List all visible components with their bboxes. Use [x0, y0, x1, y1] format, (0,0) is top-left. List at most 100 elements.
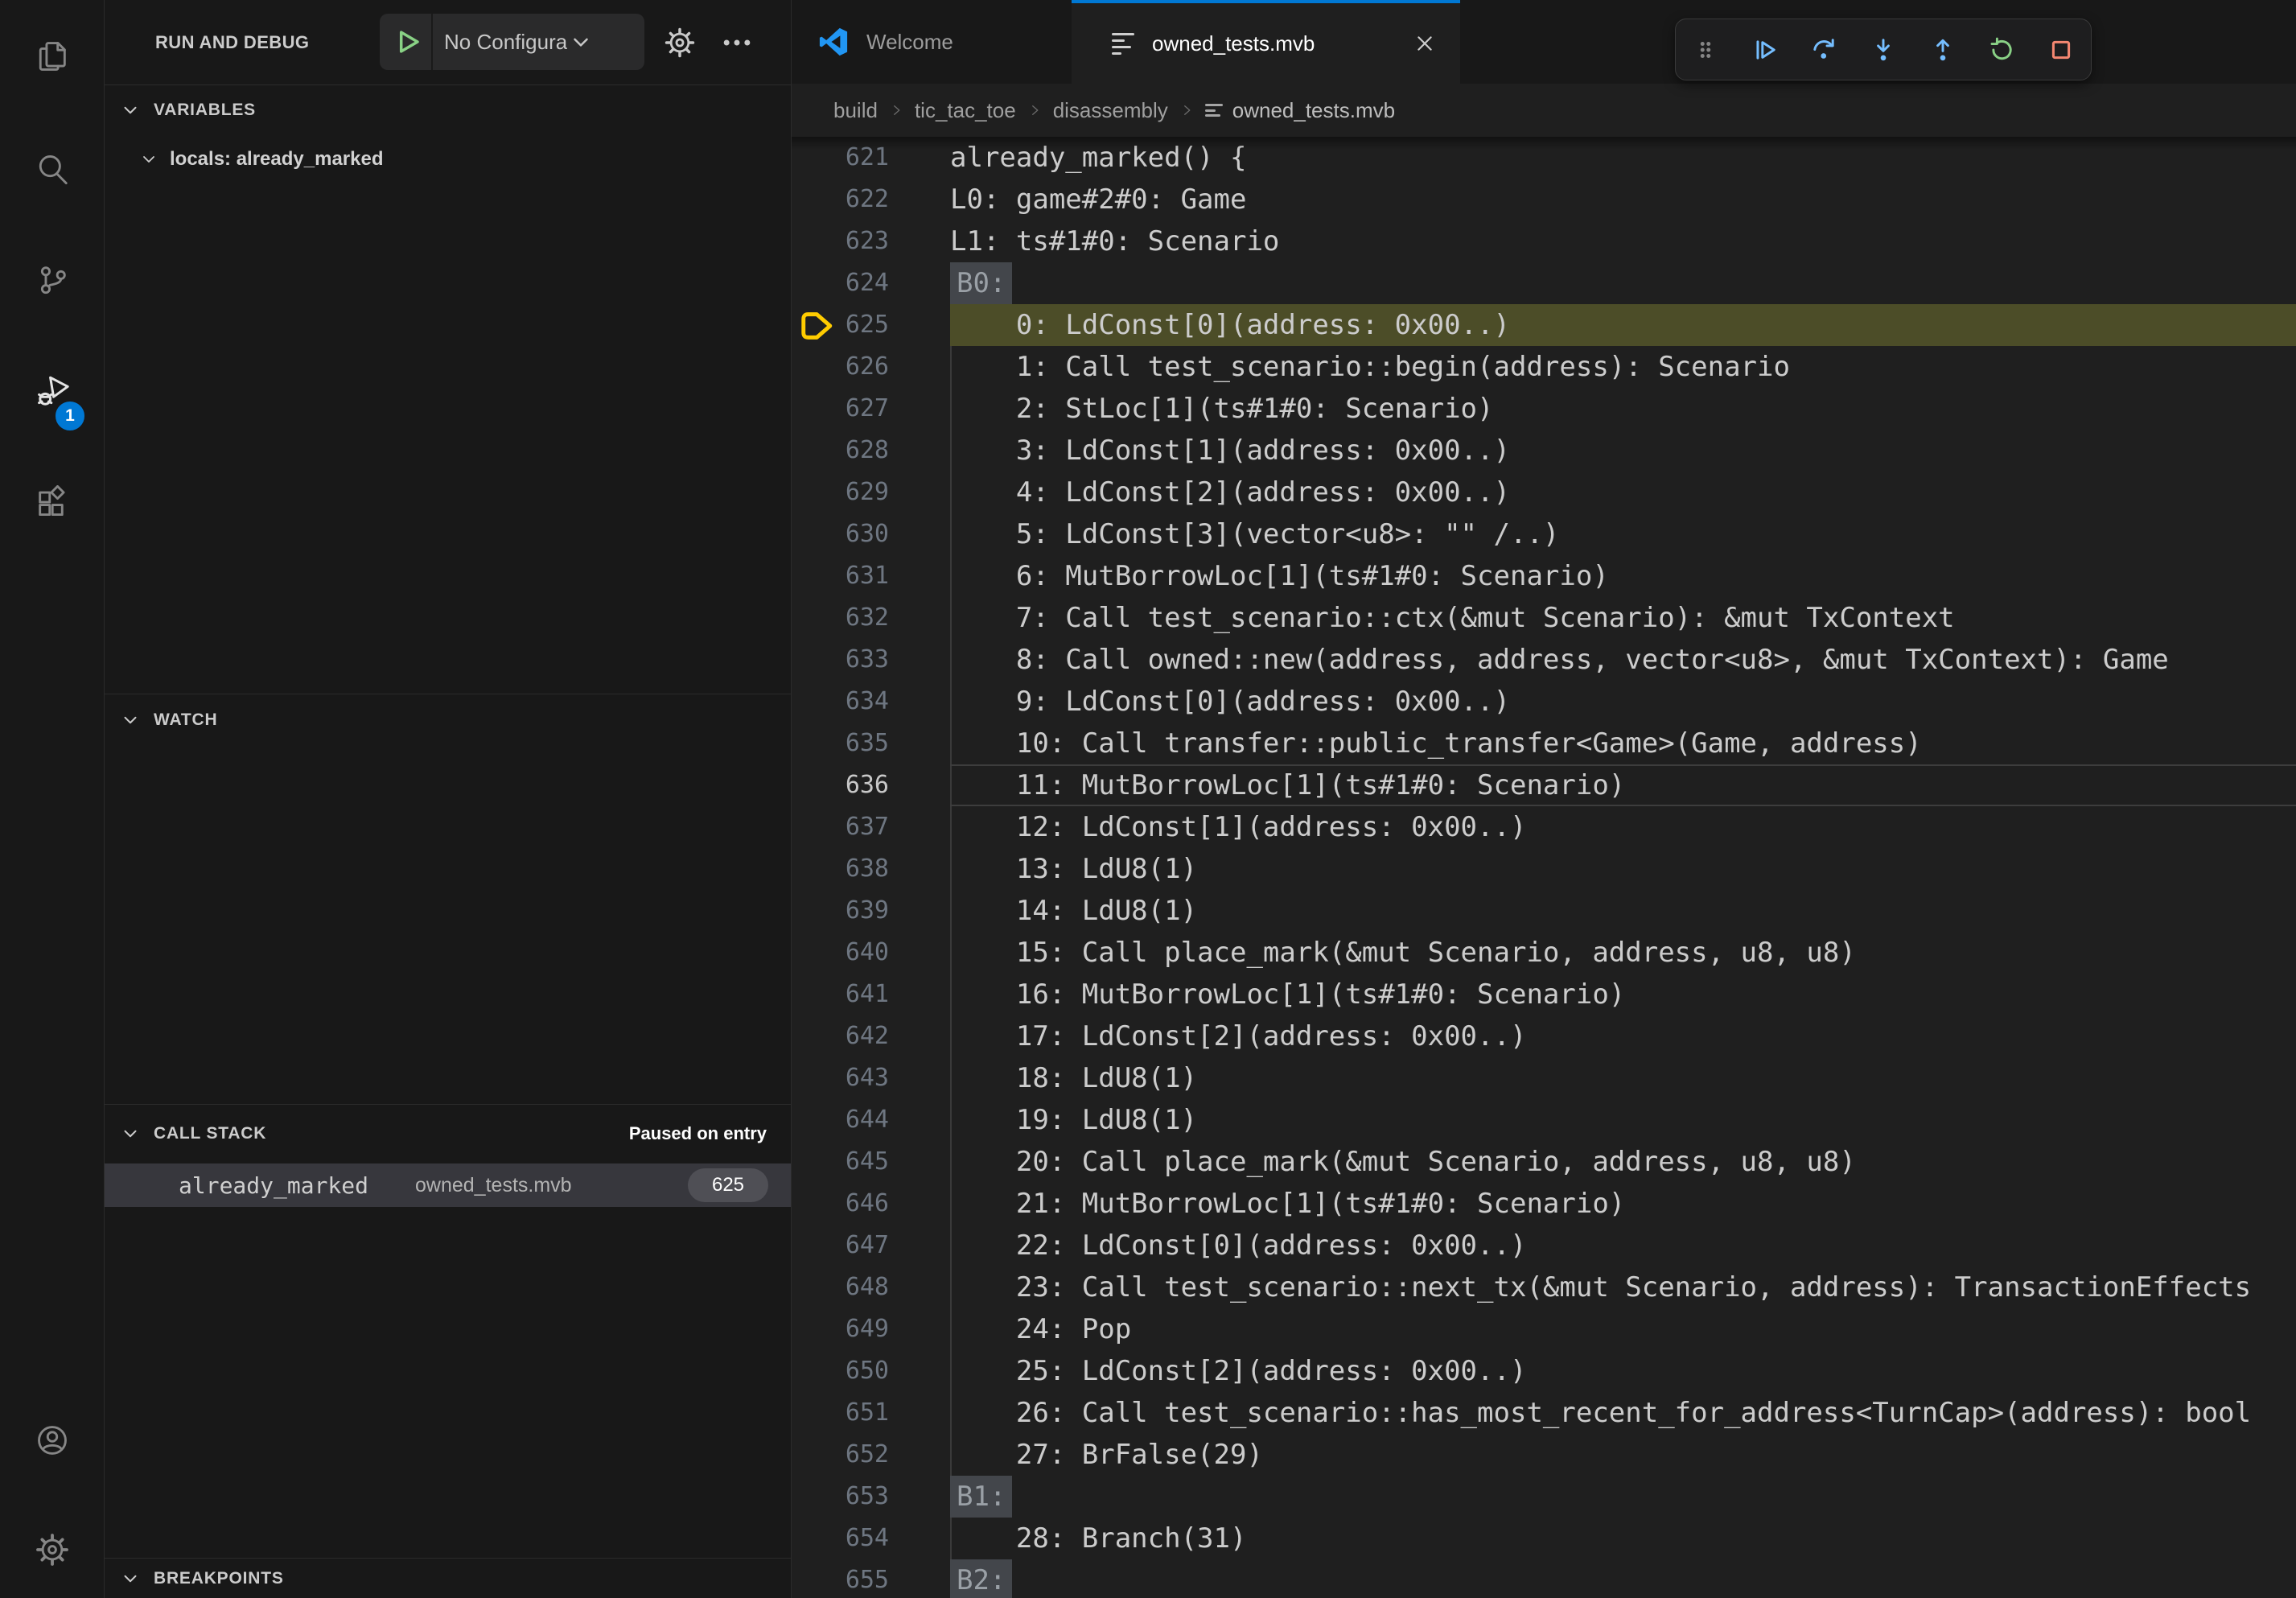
start-debug-icon[interactable]: [389, 25, 423, 59]
code-line[interactable]: 622L0: game#2#0: Game: [791, 179, 2296, 220]
line-number[interactable]: 624: [791, 262, 950, 304]
code-line[interactable]: 646 21: MutBorrowLoc[1](ts#1#0: Scenario…: [791, 1183, 2296, 1225]
code-line-text[interactable]: 16: MutBorrowLoc[1](ts#1#0: Scenario): [950, 974, 2296, 1015]
line-number[interactable]: 637: [791, 806, 950, 848]
line-number[interactable]: 628: [791, 430, 950, 472]
line-number[interactable]: 642: [791, 1015, 950, 1057]
code-line[interactable]: 651 26: Call test_scenario::has_most_rec…: [791, 1392, 2296, 1434]
code-line[interactable]: 632 7: Call test_scenario::ctx(&mut Scen…: [791, 597, 2296, 639]
gear-icon[interactable]: [662, 25, 697, 60]
step-out-button[interactable]: [1917, 24, 1969, 76]
code-line[interactable]: 655B2:: [791, 1559, 2296, 1598]
code-line[interactable]: 640 15: Call place_mark(&mut Scenario, a…: [791, 932, 2296, 974]
line-number[interactable]: 648: [791, 1266, 950, 1308]
code-line-text[interactable]: 28: Branch(31): [950, 1518, 2296, 1559]
code-line[interactable]: 623L1: ts#1#0: Scenario: [791, 220, 2296, 262]
explorer-icon[interactable]: [0, 19, 104, 93]
code-line-text[interactable]: 2: StLoc[1](ts#1#0: Scenario): [950, 388, 2296, 430]
line-number[interactable]: 636: [791, 764, 950, 806]
debug-config-dropdown[interactable]: No Configura: [380, 14, 644, 70]
line-number[interactable]: 647: [791, 1225, 950, 1266]
code-line-text[interactable]: 19: LdU8(1): [950, 1099, 2296, 1141]
code-line-text[interactable]: 22: LdConst[0](address: 0x00..): [950, 1225, 2296, 1266]
code-line[interactable]: 653B1:: [791, 1476, 2296, 1518]
call-stack-section-header[interactable]: CALL STACK Paused on entry: [104, 1104, 791, 1163]
line-number[interactable]: 627: [791, 388, 950, 430]
code-line-text[interactable]: 4: LdConst[2](address: 0x00..): [950, 472, 2296, 513]
code-line[interactable]: 643 18: LdU8(1): [791, 1057, 2296, 1099]
code-line-text[interactable]: 8: Call owned::new(address, address, vec…: [950, 639, 2296, 681]
line-number[interactable]: 622: [791, 179, 950, 220]
code-line-text[interactable]: 27: BrFalse(29): [950, 1434, 2296, 1476]
code-line[interactable]: 639 14: LdU8(1): [791, 890, 2296, 932]
code-line[interactable]: 636 11: MutBorrowLoc[1](ts#1#0: Scenario…: [791, 764, 2296, 806]
line-number[interactable]: 653: [791, 1476, 950, 1518]
line-number[interactable]: 646: [791, 1183, 950, 1225]
code-line-text[interactable]: 26: Call test_scenario::has_most_recent_…: [950, 1392, 2296, 1434]
code-line-text[interactable]: 11: MutBorrowLoc[1](ts#1#0: Scenario): [950, 764, 2296, 806]
code-line-text[interactable]: 0: LdConst[0](address: 0x00..): [950, 304, 2296, 346]
code-line-text[interactable]: 17: LdConst[2](address: 0x00..): [950, 1015, 2296, 1057]
line-number[interactable]: 623: [791, 220, 950, 262]
more-actions-icon[interactable]: [719, 25, 755, 60]
code-line[interactable]: 635 10: Call transfer::public_transfer<G…: [791, 723, 2296, 764]
line-number[interactable]: 652: [791, 1434, 950, 1476]
line-number[interactable]: 650: [791, 1350, 950, 1392]
close-icon[interactable]: [1409, 27, 1441, 60]
code-line[interactable]: 625 0: LdConst[0](address: 0x00..): [791, 304, 2296, 346]
code-line[interactable]: 631 6: MutBorrowLoc[1](ts#1#0: Scenario): [791, 555, 2296, 597]
line-number[interactable]: 632: [791, 597, 950, 639]
code-line-text[interactable]: L1: ts#1#0: Scenario: [950, 220, 2296, 262]
code-line[interactable]: 647 22: LdConst[0](address: 0x00..): [791, 1225, 2296, 1266]
breadcrumb-item[interactable]: disassembly: [1053, 98, 1168, 123]
code-line-text[interactable]: 1: Call test_scenario::begin(address): S…: [950, 346, 2296, 388]
continue-button[interactable]: [1739, 24, 1791, 76]
breadcrumb-item[interactable]: tic_tac_toe: [915, 98, 1016, 123]
restart-button[interactable]: [1976, 24, 2027, 76]
code-line[interactable]: 624B0:: [791, 262, 2296, 304]
code-line-text[interactable]: 7: Call test_scenario::ctx(&mut Scenario…: [950, 597, 2296, 639]
line-number[interactable]: 640: [791, 932, 950, 974]
stack-frame-row[interactable]: already_marked owned_tests.mvb 625: [104, 1163, 791, 1207]
line-number[interactable]: 645: [791, 1141, 950, 1183]
line-number[interactable]: 635: [791, 723, 950, 764]
code-line-text[interactable]: 24: Pop: [950, 1308, 2296, 1350]
breakpoints-section-header[interactable]: BREAKPOINTS: [104, 1558, 791, 1598]
code-line[interactable]: 628 3: LdConst[1](address: 0x00..): [791, 430, 2296, 472]
line-number[interactable]: 625: [791, 304, 950, 346]
code-line-text[interactable]: 21: MutBorrowLoc[1](ts#1#0: Scenario): [950, 1183, 2296, 1225]
code-line-text[interactable]: 6: MutBorrowLoc[1](ts#1#0: Scenario): [950, 555, 2296, 597]
code-line-text[interactable]: 18: LdU8(1): [950, 1057, 2296, 1099]
code-line-text[interactable]: 23: Call test_scenario::next_tx(&mut Sce…: [950, 1266, 2296, 1308]
tab-owned-tests[interactable]: owned_tests.mvb: [1072, 0, 1460, 84]
code-line[interactable]: 629 4: LdConst[2](address: 0x00..): [791, 472, 2296, 513]
source-control-icon[interactable]: [0, 243, 104, 317]
code-line[interactable]: 649 24: Pop: [791, 1308, 2296, 1350]
line-number[interactable]: 644: [791, 1099, 950, 1141]
code-line[interactable]: 642 17: LdConst[2](address: 0x00..): [791, 1015, 2296, 1057]
line-number[interactable]: 651: [791, 1392, 950, 1434]
code-line[interactable]: 641 16: MutBorrowLoc[1](ts#1#0: Scenario…: [791, 974, 2296, 1015]
code-line-text[interactable]: 15: Call place_mark(&mut Scenario, addre…: [950, 932, 2296, 974]
code-line-text[interactable]: already_marked() {: [950, 137, 2296, 179]
account-icon[interactable]: [0, 1403, 104, 1477]
line-number[interactable]: 633: [791, 639, 950, 681]
code-line[interactable]: 648 23: Call test_scenario::next_tx(&mut…: [791, 1266, 2296, 1308]
extensions-icon[interactable]: [0, 467, 104, 541]
line-number[interactable]: 621: [791, 137, 950, 179]
code-line-text[interactable]: 20: Call place_mark(&mut Scenario, addre…: [950, 1141, 2296, 1183]
code-line-text[interactable]: B1:: [950, 1476, 2296, 1518]
breadcrumb-item[interactable]: owned_tests.mvb: [1232, 98, 1395, 123]
line-number[interactable]: 630: [791, 513, 950, 555]
code-line[interactable]: 634 9: LdConst[0](address: 0x00..): [791, 681, 2296, 723]
code-line[interactable]: 645 20: Call place_mark(&mut Scenario, a…: [791, 1141, 2296, 1183]
search-icon[interactable]: [0, 132, 104, 206]
code-line[interactable]: 650 25: LdConst[2](address: 0x00..): [791, 1350, 2296, 1392]
code-line[interactable]: 627 2: StLoc[1](ts#1#0: Scenario): [791, 388, 2296, 430]
step-over-button[interactable]: [1798, 24, 1850, 76]
locals-scope-row[interactable]: locals: already_marked: [104, 134, 791, 184]
code-line[interactable]: 621already_marked() {: [791, 137, 2296, 179]
watch-section-header[interactable]: WATCH: [104, 694, 791, 746]
code-line[interactable]: 638 13: LdU8(1): [791, 848, 2296, 890]
line-number[interactable]: 643: [791, 1057, 950, 1099]
